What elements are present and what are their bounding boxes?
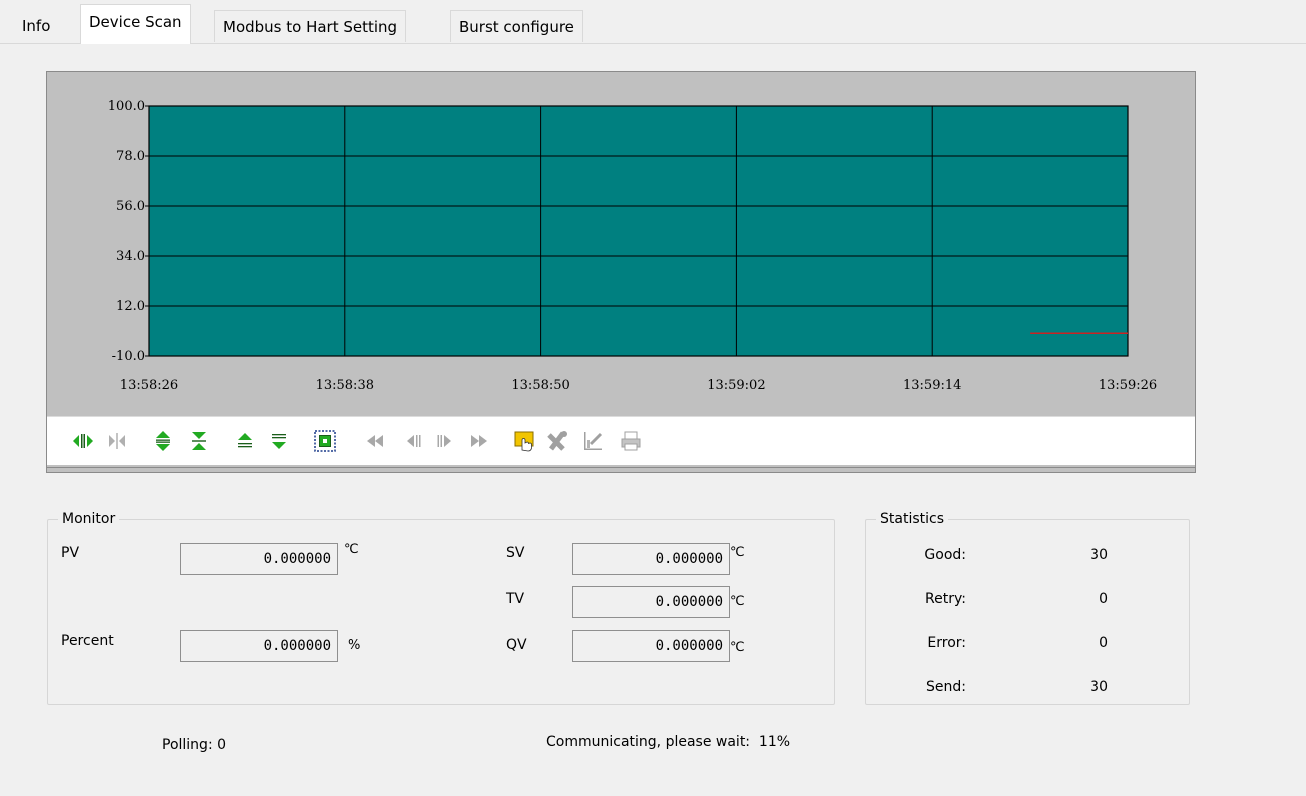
y-tick-label: -10.0 (112, 349, 145, 364)
statistics-title: Statistics (876, 510, 948, 528)
error-value: 0 (1099, 635, 1108, 651)
tab-divider (0, 43, 1306, 44)
scroll-down-icon[interactable] (267, 429, 291, 453)
trend-chart: 100.0 78.0 56.0 34.0 12.0 -10.0 13:58:26 13:58:… (46, 71, 1196, 473)
qv-field[interactable]: 0.000000 (572, 630, 730, 662)
y-tick-label: 56.0 (116, 199, 145, 214)
x-tick-label: 13:59:26 (1099, 378, 1157, 393)
compress-horizontal-icon[interactable] (105, 429, 129, 453)
pv-unit: ℃ (344, 542, 359, 557)
tab-burst-configure[interactable]: Burst configure (450, 10, 583, 42)
expand-horizontal-icon[interactable] (71, 429, 95, 453)
good-label: Good: (924, 547, 966, 563)
send-value: 30 (1090, 679, 1108, 695)
good-value: 30 (1090, 547, 1108, 563)
monitor-title: Monitor (58, 510, 120, 528)
zoom-fit-icon[interactable] (313, 429, 337, 453)
scroll-last-icon[interactable] (467, 429, 491, 453)
tv-unit: ℃ (730, 594, 745, 609)
x-tick-label: 13:59:14 (903, 378, 961, 393)
pan-hand-icon[interactable] (513, 429, 537, 453)
scroll-up-icon[interactable] (233, 429, 257, 453)
communicating-status: Communicating, please wait: 11% (546, 734, 791, 750)
edit-chart-icon[interactable] (581, 429, 605, 453)
tv-label: TV (506, 591, 525, 607)
tab-info[interactable]: Info (14, 10, 58, 42)
pv-field[interactable]: 0.000000 (180, 543, 338, 575)
polling-status: Polling: 0 (162, 737, 227, 753)
expand-vertical-icon[interactable] (151, 429, 175, 453)
x-tick-label: 13:59:02 (707, 378, 765, 393)
error-label: Error: (927, 635, 966, 651)
y-tick-label: 34.0 (116, 249, 145, 264)
print-icon[interactable] (619, 429, 643, 453)
qv-unit: ℃ (730, 640, 745, 655)
chart-bottom-divider (47, 467, 1195, 468)
x-tick-label: 13:58:26 (120, 378, 178, 393)
tab-modbus-to-hart-setting[interactable]: Modbus to Hart Setting (214, 10, 407, 42)
y-tick-label: 78.0 (116, 149, 145, 164)
statistics-group: Statistics Good: 30 Retry: 0 Error: 0 Se… (865, 510, 1190, 705)
x-tick-label: 13:58:50 (511, 378, 569, 393)
remove-icon[interactable] (545, 429, 569, 453)
y-tick-label: 12.0 (116, 299, 145, 314)
x-tick-label: 13:58:38 (316, 378, 374, 393)
sv-field[interactable]: 0.000000 (572, 543, 730, 575)
send-label: Send: (926, 679, 966, 695)
retry-value: 0 (1099, 591, 1108, 607)
pv-label: PV (61, 545, 80, 561)
compress-vertical-icon[interactable] (187, 429, 211, 453)
sv-label: SV (506, 545, 525, 561)
tab-bar: Info Device Scan Modbus to Hart Setting … (0, 0, 1306, 44)
step-back-icon[interactable] (401, 429, 425, 453)
tab-device-scan[interactable]: Device Scan (80, 4, 191, 44)
qv-label: QV (506, 637, 527, 653)
percent-unit: % (348, 638, 361, 653)
tv-field[interactable]: 0.000000 (572, 586, 730, 618)
step-forward-icon[interactable] (433, 429, 457, 453)
sv-unit: ℃ (730, 545, 745, 560)
percent-field[interactable]: 0.000000 (180, 630, 338, 662)
chart-toolbar (47, 416, 1195, 465)
retry-label: Retry: (925, 591, 966, 607)
scroll-first-icon[interactable] (363, 429, 387, 453)
plot-area (149, 106, 1128, 356)
chart-canvas: 100.0 78.0 56.0 34.0 12.0 -10.0 13:58:26 13:58:… (108, 99, 1157, 393)
monitor-group: Monitor PV 0.000000 ℃ Percent 0.000000 %… (47, 510, 835, 705)
y-tick-label: 100.0 (108, 99, 145, 114)
percent-label: Percent (61, 633, 114, 649)
